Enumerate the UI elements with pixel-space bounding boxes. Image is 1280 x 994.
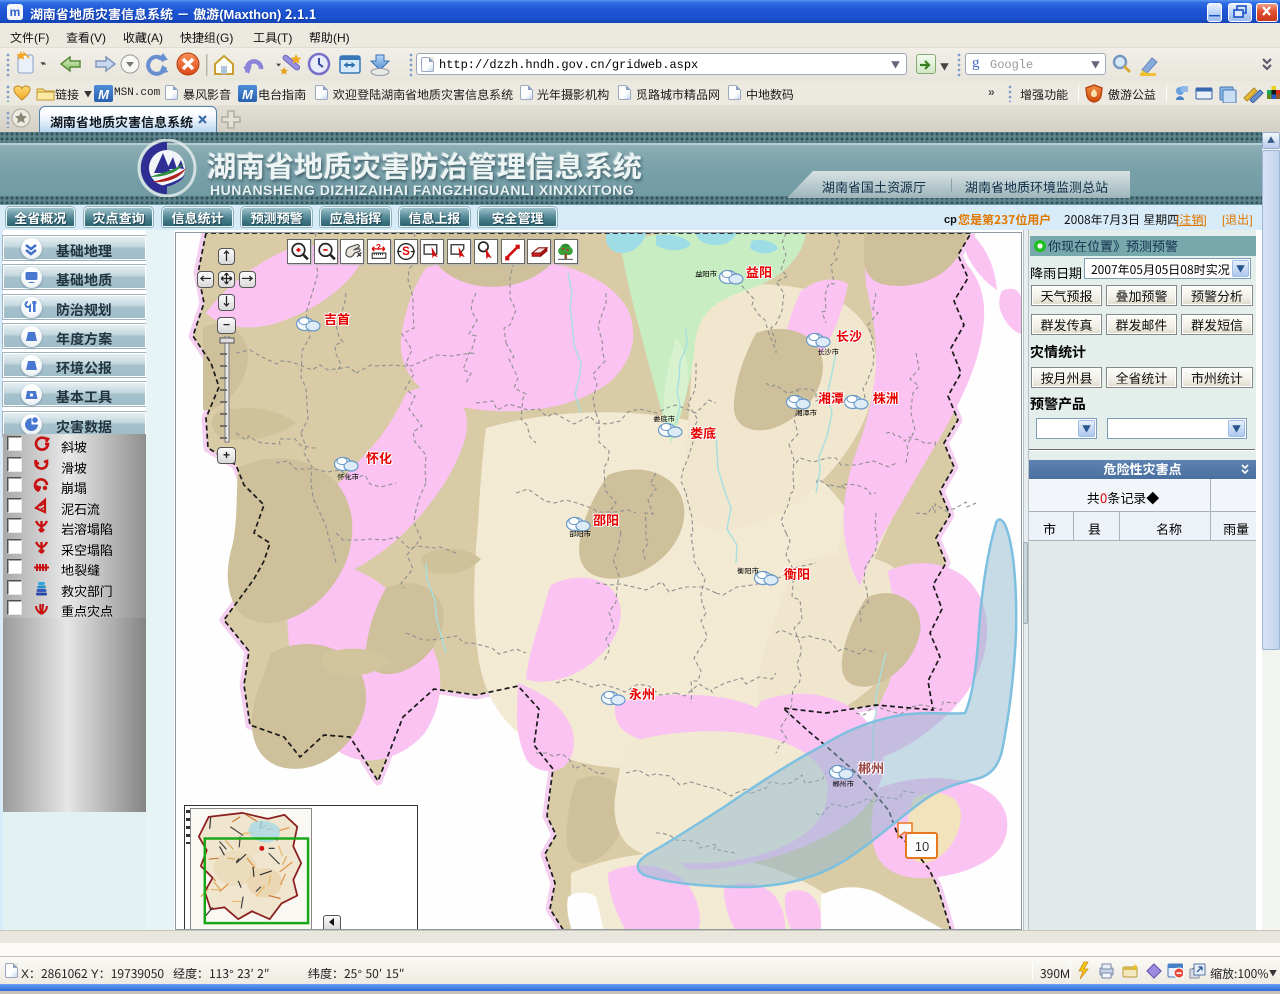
svg-text:10: 10 <box>915 839 929 854</box>
svg-text:?: ? <box>376 241 381 253</box>
svg-text:S: S <box>402 243 410 259</box>
